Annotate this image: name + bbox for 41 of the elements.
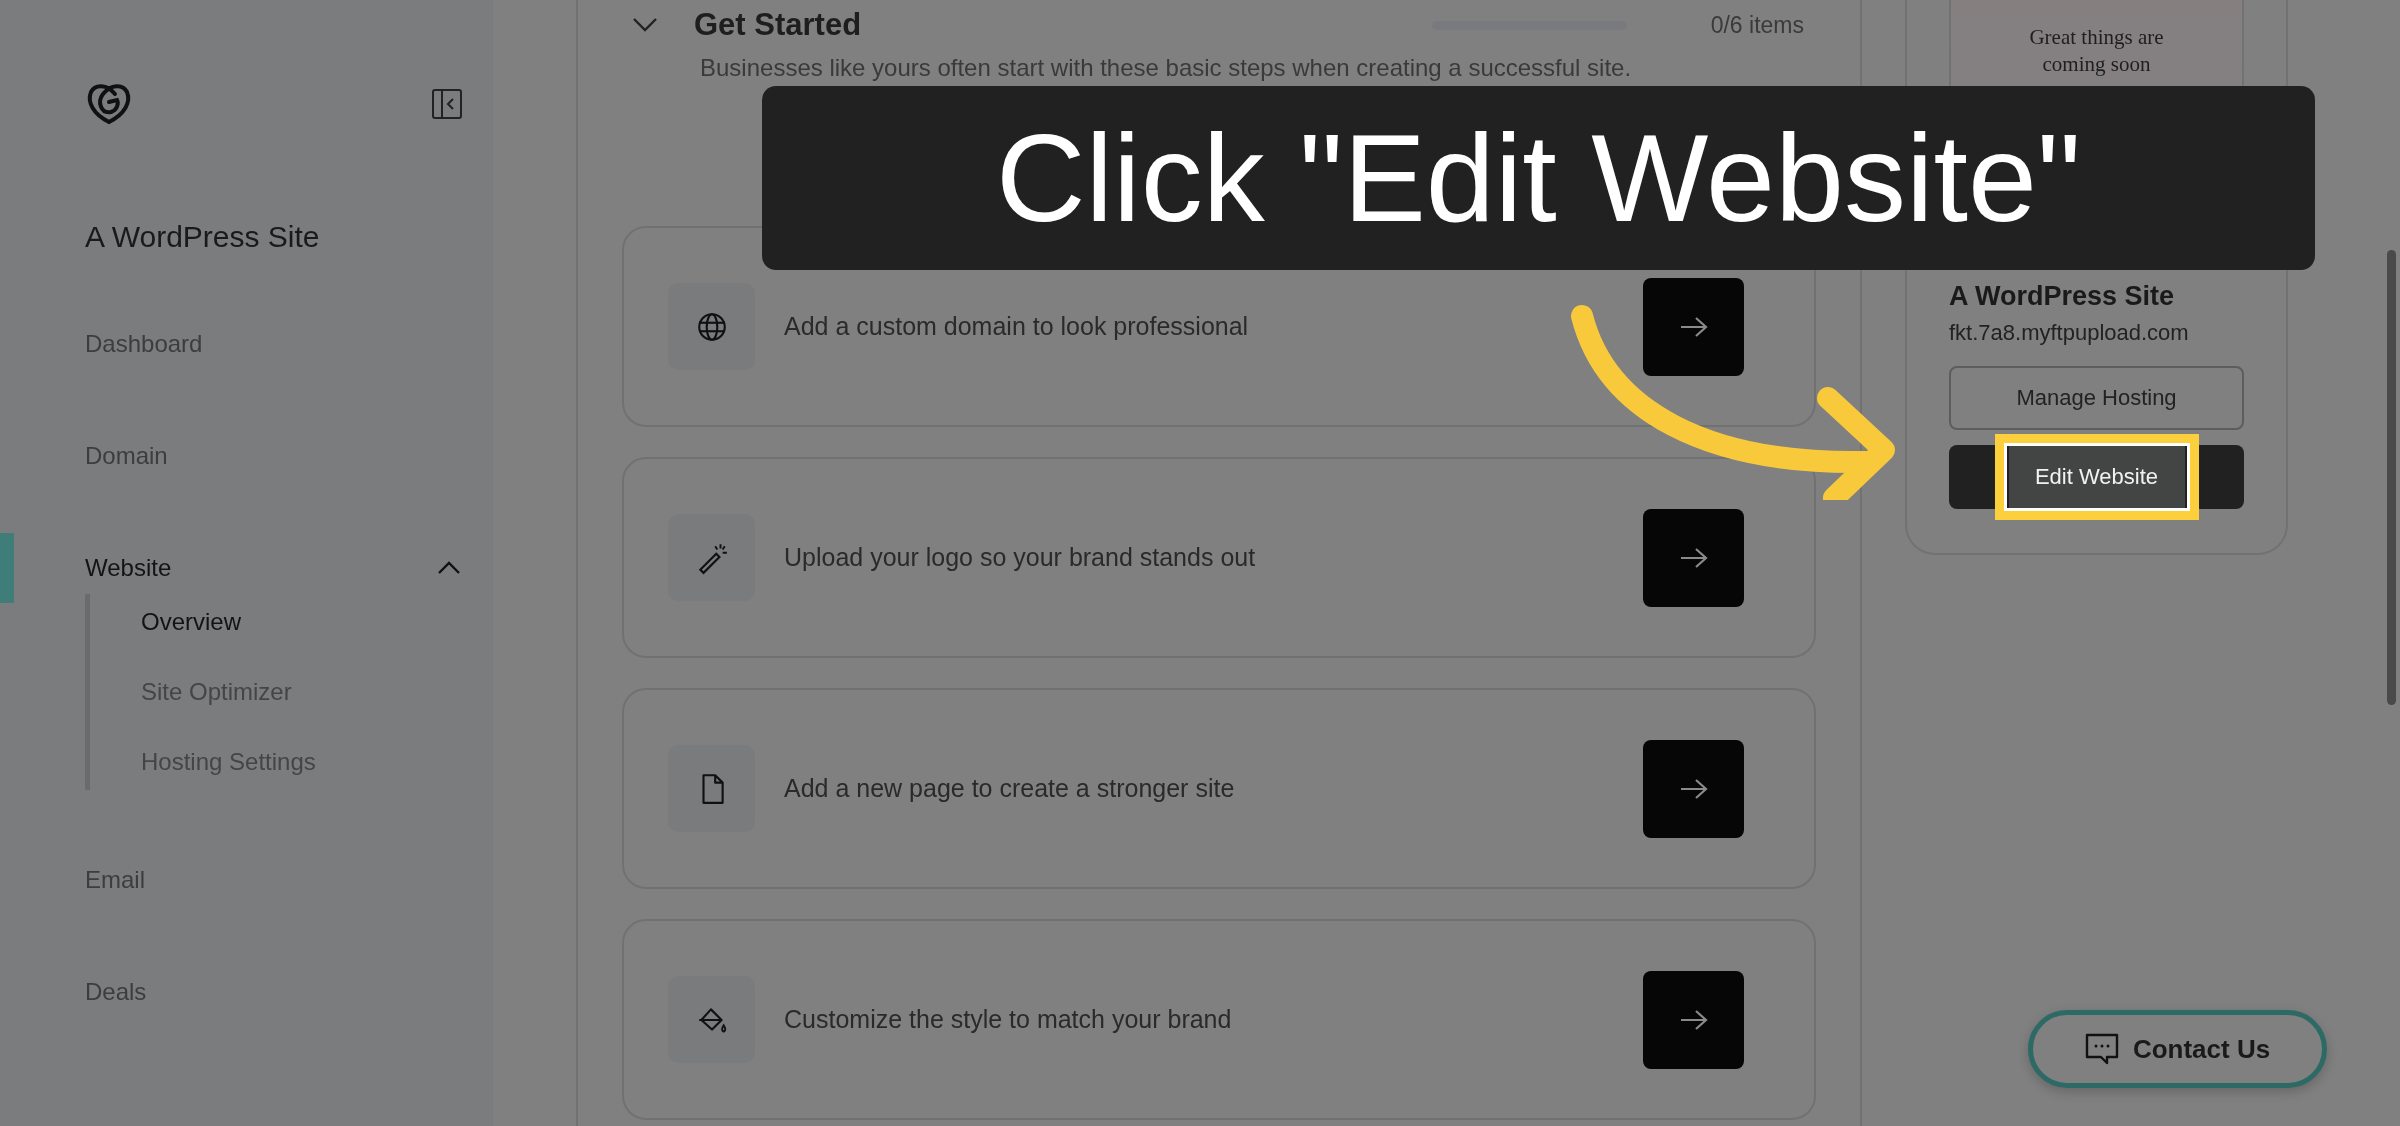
go-button[interactable] (1643, 970, 1744, 1069)
subnav-item[interactable]: Overview (141, 608, 493, 642)
nav-item[interactable]: Deals (85, 978, 147, 1006)
arrow-right-icon (1678, 776, 1709, 801)
document-icon (668, 745, 755, 832)
nav-item[interactable]: Domain (85, 442, 168, 470)
task-text: Add a custom domain to look professional (784, 312, 1250, 341)
magic-wand-icon (668, 514, 755, 601)
go-button[interactable] (1643, 739, 1744, 838)
task-text: Add a new page to create a stronger site (784, 774, 1236, 803)
go-button[interactable] (1643, 277, 1744, 376)
chevron-up-icon[interactable] (437, 561, 461, 575)
manage-button[interactable]: Manage Hosting (1949, 366, 2244, 430)
nav-item[interactable]: Email (85, 866, 145, 894)
section-description: Businesses like yours often start with these basic steps when creating a successful site. (700, 54, 1633, 82)
arrow-right-icon (1678, 314, 1709, 339)
site-title: A WordPress Site (1949, 281, 2176, 312)
subnav-item[interactable]: Hosting Settings (141, 748, 493, 782)
collapse-sidebar-icon[interactable] (431, 88, 463, 120)
logo-icon[interactable] (85, 82, 133, 126)
globe-icon (668, 283, 755, 370)
scrollbar[interactable] (2387, 250, 2396, 705)
preview-text: Great things are coming soon (2028, 24, 2165, 79)
chevron-down-icon[interactable] (632, 17, 658, 33)
task-text: Customize the style to match your brand (784, 1005, 1233, 1034)
arrow-right-icon (1678, 1007, 1709, 1032)
section-title: Get Started (694, 7, 863, 43)
subnav-item[interactable]: Site Optimizer (141, 678, 493, 712)
edit-button[interactable]: Edit Website (1949, 445, 2244, 509)
annotation-banner: Click "Edit Website" (762, 86, 2315, 270)
nav-item[interactable]: Website (85, 554, 172, 582)
paint-bucket-icon (668, 976, 755, 1063)
go-button[interactable] (1643, 508, 1744, 607)
nav-item[interactable]: Dashboard (85, 330, 203, 358)
task-text: Upload your logo so your brand stands out (784, 543, 1257, 572)
site-name: A WordPress Site (85, 220, 321, 254)
progress-count: 0/6 items (1710, 11, 1804, 39)
arrow-right-icon (1678, 545, 1709, 570)
contact-button[interactable]: Contact Us (2028, 1010, 2327, 1088)
site-url: fkt.7a8.myftpupload.com (1949, 320, 2190, 346)
chat-icon (2084, 1033, 2119, 1065)
